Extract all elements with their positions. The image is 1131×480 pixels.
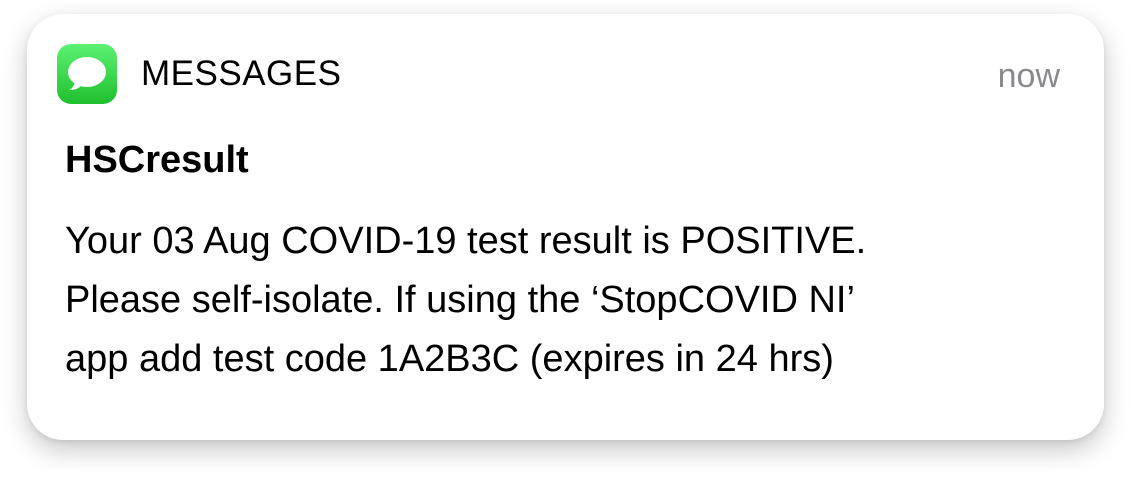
message-body: Your 03 Aug COVID-19 test result is POSI… xyxy=(65,212,1075,389)
message-body-line: Your 03 Aug COVID-19 test result is POSI… xyxy=(65,220,867,262)
messages-app-icon xyxy=(57,44,117,104)
message-body-line: app add test code 1A2B3C (expires in 24 … xyxy=(65,338,834,380)
notification-timestamp: now xyxy=(997,57,1060,95)
sender-name: HSCresult xyxy=(65,139,249,181)
message-notification[interactable]: MESSAGES now HSCresult Your 03 Aug COVID… xyxy=(27,14,1104,440)
notification-header: MESSAGES now xyxy=(57,44,1060,104)
speech-bubble-icon xyxy=(68,57,106,90)
message-body-line: Please self-isolate. If using the ‘StopC… xyxy=(65,279,855,321)
app-name: MESSAGES xyxy=(141,54,342,93)
